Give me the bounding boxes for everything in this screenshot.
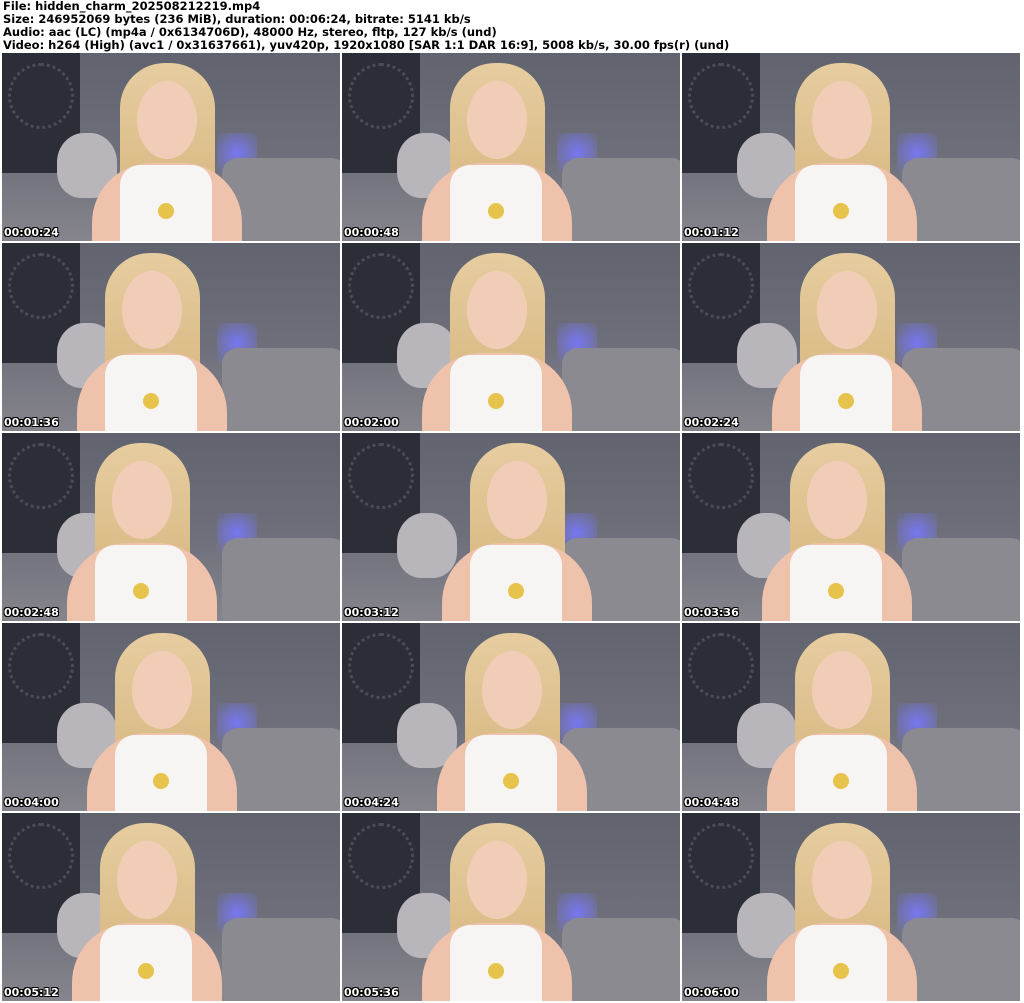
timestamp-label: 00:04:24 [344,796,399,809]
video-thumbnail: 00:01:12 [682,53,1020,241]
video-thumbnail: 00:05:36 [342,813,680,1001]
sunflower-print [833,963,849,979]
sofa [562,918,680,1001]
sofa [222,538,340,621]
video-thumbnail: 00:00:24 [2,53,340,241]
sofa [562,158,680,241]
sunflower-print [508,583,524,599]
sunflower-print [153,773,169,789]
video-thumbnail: 00:03:12 [342,433,680,621]
video-thumbnail: 00:04:24 [342,623,680,811]
video-thumbnail: 00:03:36 [682,433,1020,621]
video-thumbnail: 00:02:00 [342,243,680,431]
sunflower-print [833,773,849,789]
timestamp-label: 00:02:48 [4,606,59,619]
face [132,651,192,729]
timestamp-label: 00:05:36 [344,986,399,999]
timestamp-label: 00:03:36 [684,606,739,619]
timestamp-label: 00:01:36 [4,416,59,429]
face [812,81,872,159]
video-thumbnail: 00:02:48 [2,433,340,621]
timestamp-label: 00:01:12 [684,226,739,239]
video-thumbnail: 00:05:12 [2,813,340,1001]
face [122,271,182,349]
timestamp-label: 00:06:00 [684,986,739,999]
video-thumbnail: 00:06:00 [682,813,1020,1001]
timestamp-label: 00:04:48 [684,796,739,809]
sofa [902,158,1020,241]
sofa [902,538,1020,621]
sofa [222,728,340,811]
video-thumbnail: 00:01:36 [2,243,340,431]
file-info-header: File: hidden_charm_202508212219.mp4 Size… [3,0,1021,52]
face [807,461,867,539]
face [467,81,527,159]
thumbnail-grid: 00:00:24 00:00:48 00:01:12 00:01:36 00:02:00… [2,53,1022,1003]
video-thumbnail: 00:02:24 [682,243,1020,431]
face [467,271,527,349]
sofa [902,918,1020,1001]
face [112,461,172,539]
sunflower-print [488,203,504,219]
sunflower-print [828,583,844,599]
video-thumbnail: 00:00:48 [342,53,680,241]
timestamp-label: 00:00:24 [4,226,59,239]
sunflower-print [158,203,174,219]
sunflower-print [503,773,519,789]
face [812,651,872,729]
video-thumbnail: 00:04:48 [682,623,1020,811]
timestamp-label: 00:04:00 [4,796,59,809]
video-info-line: Video: h264 (High) (avc1 / 0x31637661), … [3,38,730,52]
timestamp-label: 00:03:12 [344,606,399,619]
sunflower-print [833,203,849,219]
face [487,461,547,539]
face [137,81,197,159]
video-thumbnail: 00:04:00 [2,623,340,811]
face [482,651,542,729]
face [117,841,177,919]
sofa [222,348,340,431]
sunflower-print [488,393,504,409]
sofa [222,918,340,1001]
face [812,841,872,919]
sofa [902,728,1020,811]
sunflower-print [133,583,149,599]
timestamp-label: 00:02:00 [344,416,399,429]
teddy-bear [397,513,457,578]
face [467,841,527,919]
timestamp-label: 00:00:48 [344,226,399,239]
face [817,271,877,349]
sunflower-print [488,963,504,979]
timestamp-label: 00:05:12 [4,986,59,999]
sunflower-print [138,963,154,979]
sunflower-print [143,393,159,409]
timestamp-label: 00:02:24 [684,416,739,429]
sofa [562,348,680,431]
sunflower-print [838,393,854,409]
